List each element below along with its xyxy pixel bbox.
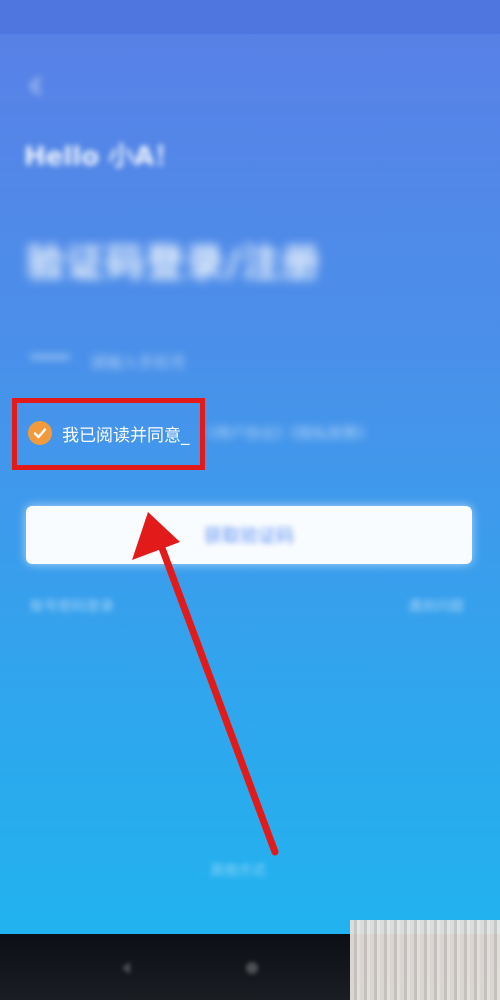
nav-back-icon[interactable] — [118, 960, 134, 976]
get-code-button[interactable]: 获取验证码 — [26, 506, 472, 564]
other-methods-link[interactable]: 其他方式 — [210, 860, 266, 880]
phone-prefix — [30, 355, 70, 359]
password-login-link[interactable]: 账号密码登录 — [30, 596, 114, 616]
watermark — [350, 920, 500, 1000]
nav-home-icon[interactable] — [244, 960, 260, 976]
phone-input[interactable]: 请输入手机号 — [30, 345, 230, 375]
back-arrow-icon[interactable] — [22, 72, 50, 100]
status-bar — [0, 0, 500, 34]
page-title: 验证码登录/注册 — [26, 241, 322, 285]
agreement-links[interactable]: 《用户协议》《隐私政策》 — [200, 422, 480, 444]
get-code-label: 获取验证码 — [204, 526, 294, 546]
phone-placeholder: 请输入手机号 — [90, 353, 187, 372]
greeting-text: Hello 小A！ — [24, 142, 181, 172]
highlight-box — [12, 398, 205, 470]
help-link[interactable]: 遇到问题 — [408, 596, 464, 616]
